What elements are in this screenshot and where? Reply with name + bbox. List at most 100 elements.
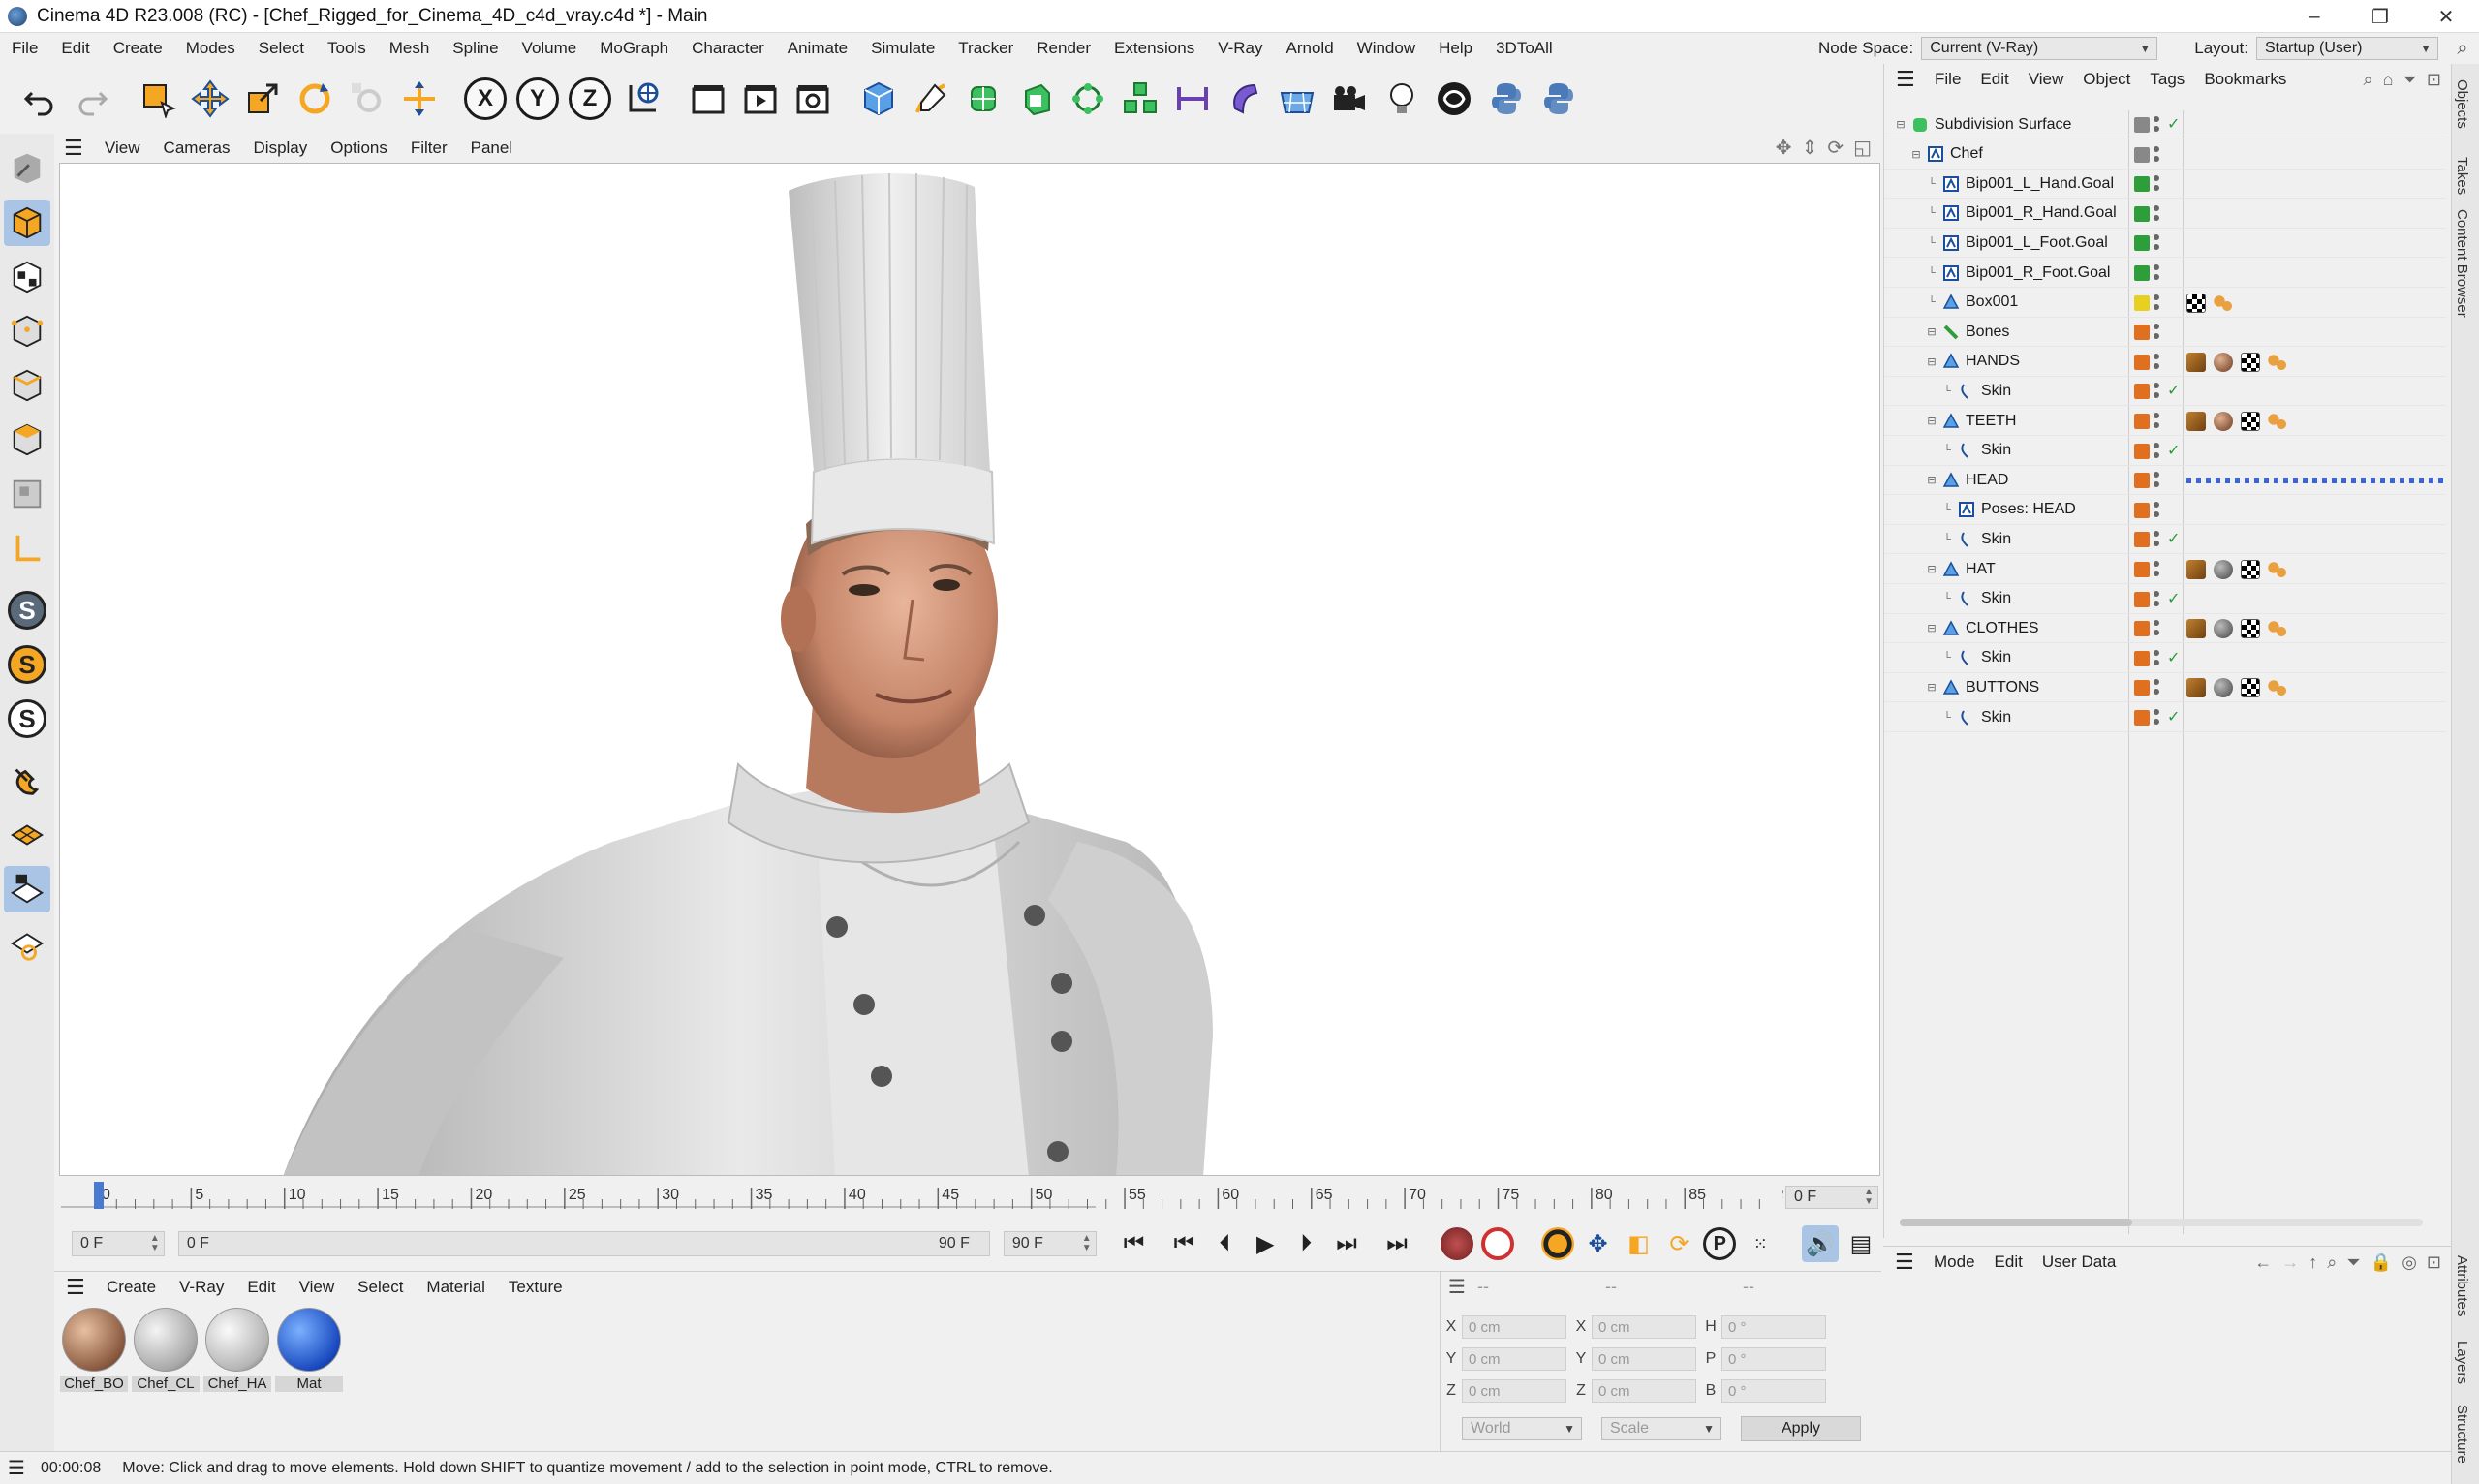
new-window-icon[interactable]: ⊡ [2427,1252,2441,1273]
close-button[interactable]: ✕ [2413,0,2479,33]
go-to-start-button[interactable]: ⏮ [1116,1225,1153,1262]
visibility-dots[interactable] [2154,204,2161,221]
object-row[interactable]: └ Skin ✓ [1884,377,2446,407]
object-row[interactable]: └ Skin ✓ [1884,585,2446,614]
new-window-icon[interactable]: ⊡ [2427,70,2441,90]
editor-visibility-dot[interactable] [2154,442,2159,448]
object-name[interactable]: Skin [1981,531,2011,548]
object-row[interactable]: ⊟ Bones [1884,318,2446,348]
menu-file[interactable]: File [0,39,49,58]
editor-visibility-dot[interactable] [2154,561,2159,567]
layer-color-swatch[interactable] [2134,354,2150,370]
visibility-dots[interactable] [2154,442,2161,458]
visibility-dots[interactable] [2154,413,2161,428]
pose-morph-tag-icon[interactable] [2186,478,2444,484]
preview-range-slider[interactable]: 0 F 90 F [177,1231,990,1256]
visibility-dots[interactable] [2154,649,2161,665]
viewport-menu-options[interactable]: Options [319,139,399,158]
deformer-button[interactable] [1170,77,1215,121]
render-visibility-dot[interactable] [2154,303,2159,310]
material-menu-material[interactable]: Material [415,1278,496,1297]
object-menu-object[interactable]: Object [2073,70,2140,89]
hamburger-icon[interactable]: ☰ [0,1456,33,1480]
visibility-dots[interactable] [2154,620,2161,636]
object-row[interactable]: └ Skin ✓ [1884,525,2446,555]
keyframe-selection-icon[interactable] [1540,1227,1574,1260]
object-row[interactable]: ⊟ Subdivision Surface ✓ [1884,110,2446,139]
live-selection-button[interactable] [136,77,180,121]
layer-color-swatch[interactable] [2134,117,2150,133]
editor-visibility-dot[interactable] [2154,413,2159,418]
model-mode-button[interactable] [4,200,50,246]
editor-visibility-dot[interactable] [2154,709,2159,715]
expand-toggle-icon[interactable]: ⊟ [1909,148,1923,161]
layer-color-swatch[interactable] [2134,294,2150,311]
locked-workplane-button[interactable] [4,866,50,912]
filter-icon[interactable]: ⏷ [2346,1252,2360,1273]
visibility-dots[interactable] [2154,383,2161,399]
planar-workplane-button[interactable] [4,920,50,967]
enabled-check-icon[interactable]: ✓ [2167,114,2180,134]
menu-extensions[interactable]: Extensions [1102,39,1206,58]
object-name[interactable]: Bip001_R_Hand.Goal [1966,204,2117,222]
object-name[interactable]: Poses: HEAD [1981,501,2076,518]
editor-visibility-dot[interactable] [2154,234,2159,241]
expand-toggle-icon[interactable]: ⊟ [1925,325,1938,338]
vray-button[interactable] [1432,77,1476,121]
polygon-mode-button[interactable] [4,417,50,463]
rotation-key-icon[interactable]: ⟳ [1660,1225,1697,1262]
apply-button[interactable]: Apply [1741,1416,1861,1441]
redo-button[interactable] [70,77,114,121]
object-name[interactable]: Bones [1966,324,2009,341]
subdivision-surface-button[interactable] [961,77,1006,121]
3d-viewport[interactable] [59,163,1880,1176]
python-script-button[interactable] [1484,77,1529,121]
layer-color-swatch[interactable] [2134,414,2150,429]
material-menu-vray[interactable]: V-Ray [168,1278,235,1297]
tab-takes[interactable]: Takes [2454,157,2470,195]
menu-mograph[interactable]: MoGraph [588,39,680,58]
expand-toggle-icon[interactable]: ⊟ [1925,356,1938,368]
render-visibility-dot[interactable] [2154,155,2159,162]
render-visibility-dot[interactable] [2154,362,2159,369]
position-z-field[interactable]: 0 cm [1462,1379,1566,1403]
point-mode-button[interactable] [4,308,50,355]
toggle-view-icon[interactable]: ◱ [1853,136,1872,160]
object-name[interactable]: TEETH [1966,413,2016,430]
object-row[interactable]: ⊟ HANDS [1884,348,2446,377]
render-visibility-dot[interactable] [2154,719,2159,725]
render-visibility-dot[interactable] [2154,392,2159,399]
visibility-dots[interactable] [2154,590,2161,606]
object-name[interactable]: BUTTONS [1966,679,2039,696]
up-arrow-icon[interactable]: ↑ [2309,1252,2317,1273]
attribute-menu-edit[interactable]: Edit [1985,1252,2032,1272]
snapping-button[interactable]: S [4,587,50,634]
render-visibility-dot[interactable] [2154,600,2159,606]
editor-visibility-dot[interactable] [2154,294,2159,300]
maximize-button[interactable]: ❐ [2347,0,2413,33]
enabled-check-icon[interactable]: ✓ [2167,648,2180,667]
viewport-menu-cameras[interactable]: Cameras [152,139,242,158]
python-console-button[interactable] [1536,77,1581,121]
object-row[interactable]: └ Skin ✓ [1884,703,2446,732]
search-icon[interactable]: ⌕ [2446,38,2479,60]
expand-toggle-icon[interactable]: ⊟ [1925,415,1938,427]
object-name[interactable]: CLOTHES [1966,620,2039,637]
object-name[interactable]: Subdivision Surface [1935,116,2071,134]
hamburger-icon[interactable]: ☰ [1441,1275,1470,1299]
layer-color-swatch[interactable] [2134,502,2150,518]
end-frame-field[interactable]: 90 F ▲ ▼ [1003,1231,1097,1256]
rotation-h-field[interactable]: 0 ° [1721,1315,1826,1339]
visibility-dots[interactable] [2154,264,2161,280]
size-x-field[interactable]: 0 cm [1592,1315,1696,1339]
filter-icon[interactable]: ⏷ [2403,70,2417,90]
start-frame-field[interactable]: 0 F ▲ ▼ [72,1231,165,1256]
next-key-button[interactable]: ⏭ [1328,1225,1365,1262]
texture-tag-icon[interactable] [2241,412,2260,431]
solo-hierarchy-button[interactable]: S [4,696,50,742]
render-visibility-dot[interactable] [2154,244,2159,251]
menu-3dtoall[interactable]: 3DToAll [1484,39,1565,58]
texture-tag-icon[interactable] [2241,560,2260,579]
x-axis-lock-button[interactable]: X [463,77,508,121]
layer-color-swatch[interactable] [2134,650,2150,666]
